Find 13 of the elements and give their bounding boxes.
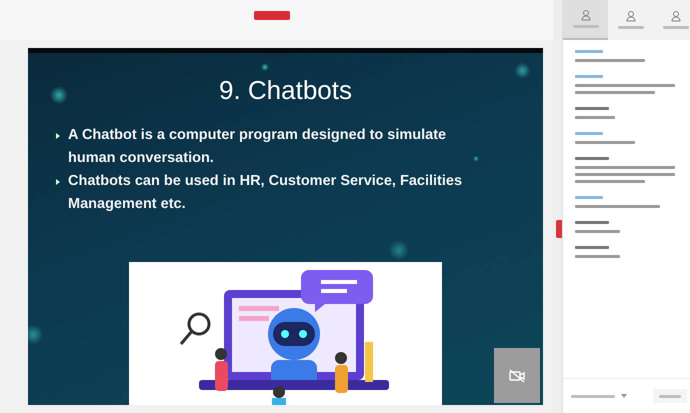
bullet-icon bbox=[56, 133, 60, 139]
sidebar-tab[interactable] bbox=[563, 0, 608, 40]
slide-title: 9. Chatbots bbox=[219, 75, 352, 106]
panel-toggle-handle[interactable] bbox=[556, 220, 562, 238]
person-icon bbox=[580, 10, 591, 21]
bullet-text: Chatbots can be used in HR, Customer Service, Facilities Management etc. bbox=[68, 172, 464, 214]
bullet-text: A Chatbot is a computer program designed to simulate human conversation. bbox=[68, 126, 448, 168]
bullet-icon bbox=[56, 179, 60, 185]
caret-icon bbox=[621, 394, 627, 398]
send-button[interactable] bbox=[653, 389, 687, 403]
camera-off-icon[interactable] bbox=[509, 368, 525, 382]
person-icon bbox=[671, 11, 682, 22]
person-icon bbox=[626, 11, 636, 22]
